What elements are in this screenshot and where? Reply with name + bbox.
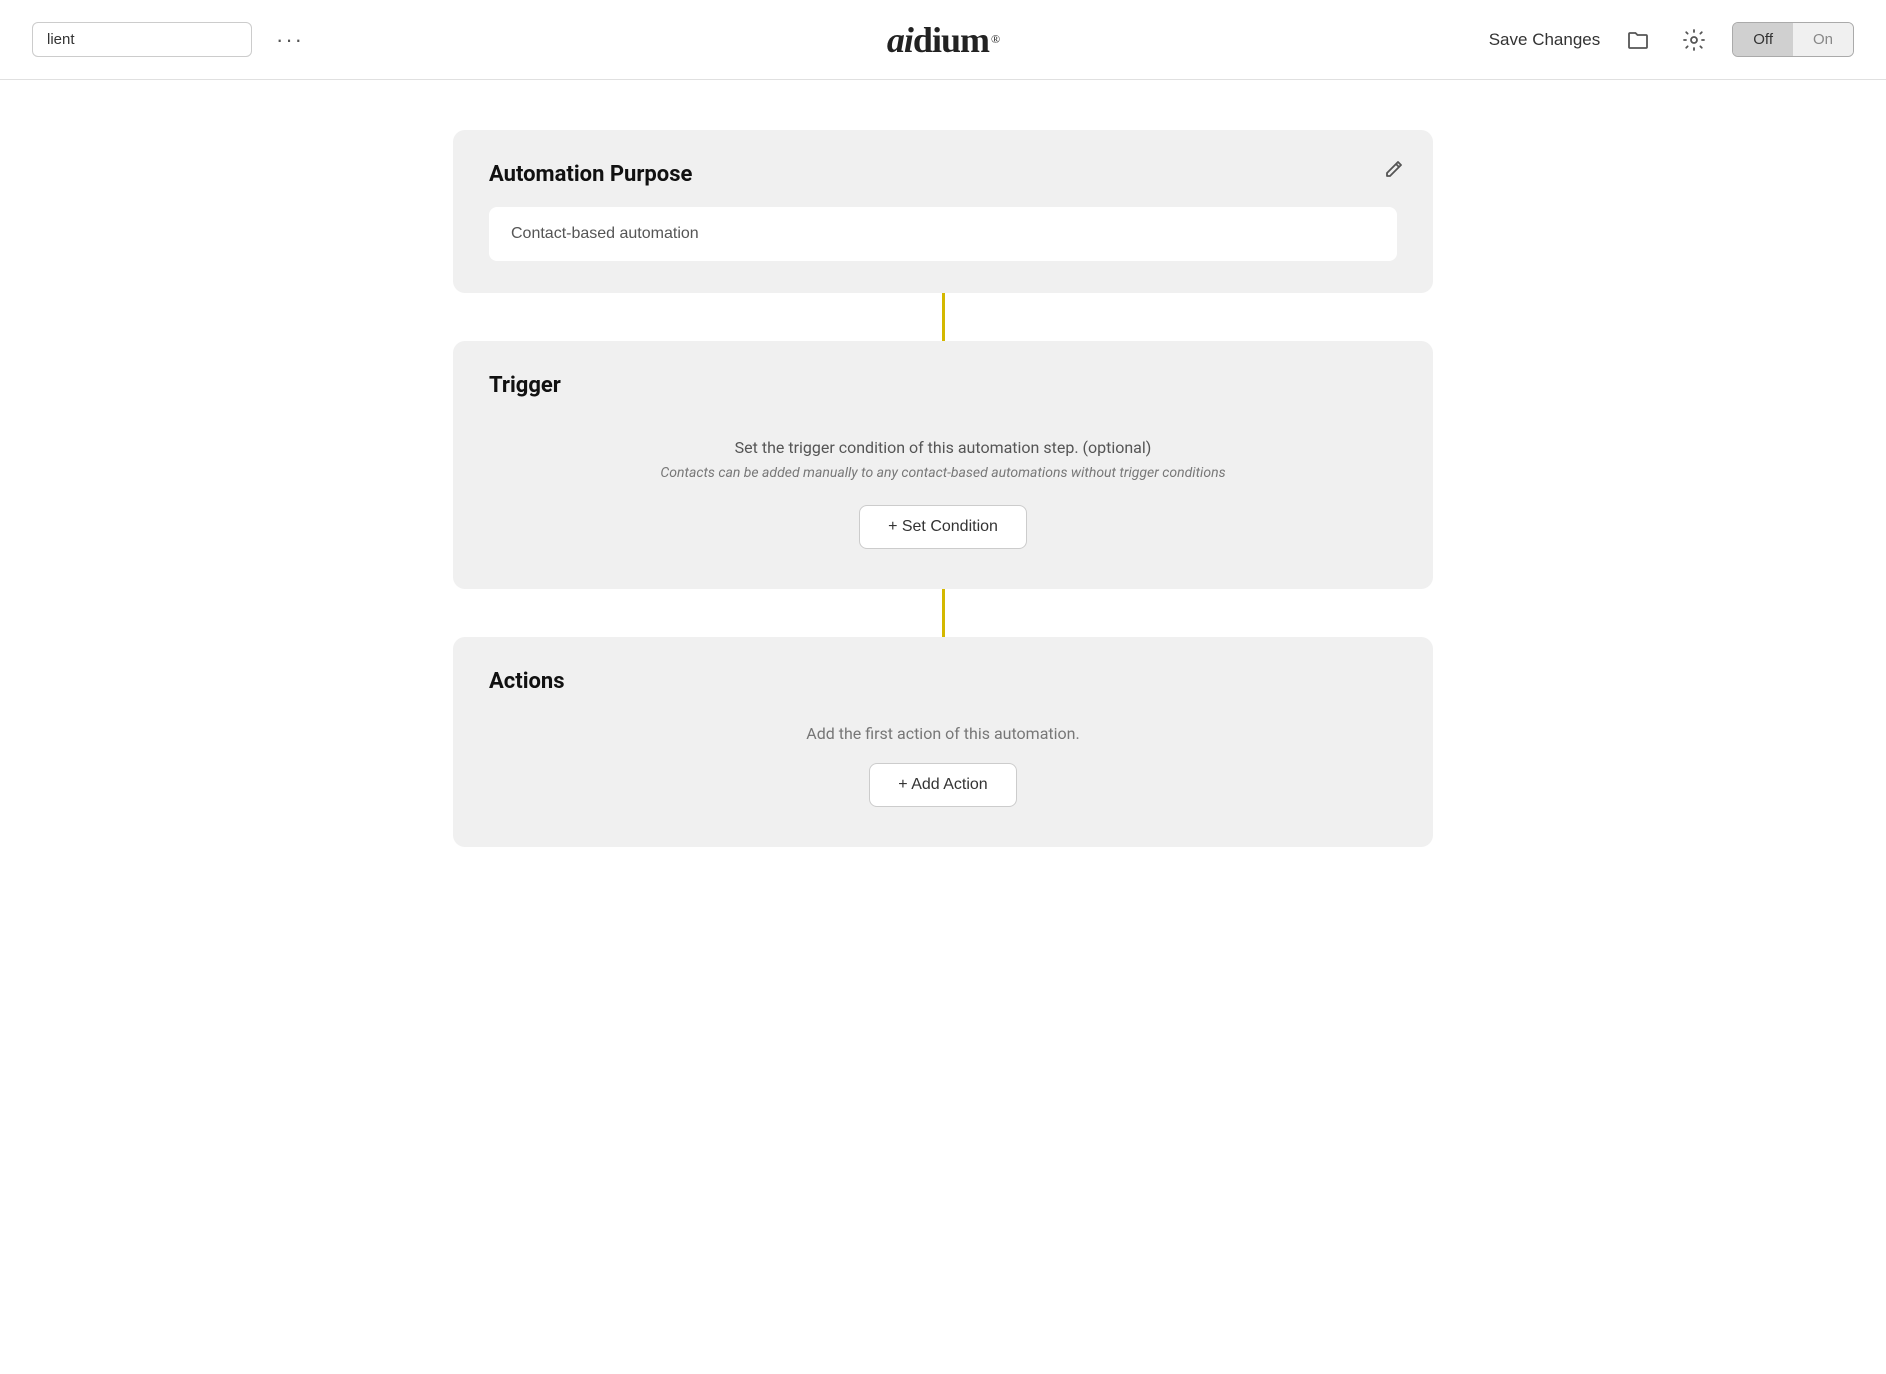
more-menu-button[interactable]: ···	[268, 23, 312, 57]
on-off-toggle[interactable]: Off On	[1732, 22, 1854, 57]
actions-body: Add the first action of this automation.…	[489, 714, 1397, 815]
navbar-left: ···	[32, 22, 312, 57]
logo: aidium ®	[887, 19, 999, 61]
trigger-note: Contacts can be added manually to any co…	[660, 465, 1225, 481]
trigger-title: Trigger	[489, 373, 1397, 398]
trigger-description: Set the trigger condition of this automa…	[735, 438, 1152, 457]
automation-purpose-card: Automation Purpose	[453, 130, 1433, 293]
actions-description: Add the first action of this automation.	[806, 724, 1079, 743]
automation-purpose-input[interactable]	[489, 207, 1397, 261]
search-input[interactable]	[32, 22, 252, 57]
trigger-body: Set the trigger condition of this automa…	[489, 418, 1397, 557]
connector-line-1	[942, 293, 945, 341]
folder-icon	[1627, 30, 1649, 50]
toggle-on-button[interactable]: On	[1793, 23, 1853, 56]
settings-icon-button[interactable]	[1676, 22, 1712, 58]
gear-icon	[1683, 29, 1705, 51]
add-action-button[interactable]: + Add Action	[869, 763, 1016, 807]
trigger-card: Trigger Set the trigger condition of thi…	[453, 341, 1433, 589]
edit-purpose-button[interactable]	[1383, 158, 1405, 186]
navbar: ··· aidium ® Save Changes Off	[0, 0, 1886, 80]
actions-title: Actions	[489, 669, 1397, 694]
main-content: Automation Purpose Trigger Set the trigg…	[0, 80, 1886, 897]
connector-line-2	[942, 589, 945, 637]
save-changes-button[interactable]: Save Changes	[1489, 24, 1601, 56]
actions-card: Actions Add the first action of this aut…	[453, 637, 1433, 847]
folder-icon-button[interactable]	[1620, 22, 1656, 58]
automation-purpose-title: Automation Purpose	[489, 162, 1397, 187]
navbar-right: Save Changes Off On	[1489, 22, 1854, 58]
set-condition-button[interactable]: + Set Condition	[859, 505, 1027, 549]
edit-icon	[1383, 158, 1405, 180]
toggle-off-button[interactable]: Off	[1733, 23, 1793, 56]
